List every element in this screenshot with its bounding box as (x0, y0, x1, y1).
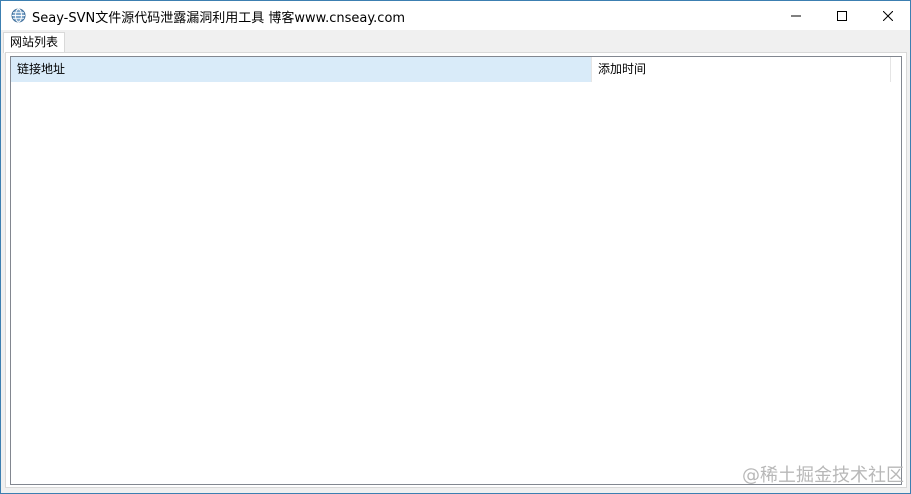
tab-site-list[interactable]: 网站列表 (3, 32, 65, 53)
column-header-link-address[interactable]: 链接地址 (11, 57, 591, 82)
window-title: Seay-SVN文件源代码泄露漏洞利用工具 博客www.cnseay.com (32, 11, 406, 26)
watermark: @稀土掘金技术社区 (742, 465, 904, 486)
maximize-button[interactable] (819, 1, 865, 30)
title-bar[interactable]: Seay-SVN文件源代码泄露漏洞利用工具 博客www.cnseay.com (1, 1, 910, 30)
column-header-added-time[interactable]: 添加时间 (592, 57, 891, 82)
close-icon (883, 10, 893, 21)
minimize-button[interactable] (773, 1, 819, 30)
list-header: 链接地址 添加时间 (11, 57, 901, 82)
maximize-icon (837, 10, 847, 21)
tab-panel-site-list: 链接地址 添加时间 (5, 52, 907, 488)
app-globe-icon[interactable] (11, 8, 26, 23)
site-list-view[interactable]: 链接地址 添加时间 (10, 56, 902, 485)
minimize-icon (791, 15, 801, 16)
app-window: Seay-SVN文件源代码泄露漏洞利用工具 博客www.cnseay.com 网… (0, 0, 911, 494)
close-button[interactable] (865, 1, 911, 30)
tab-strip: 网站列表 (1, 30, 910, 53)
